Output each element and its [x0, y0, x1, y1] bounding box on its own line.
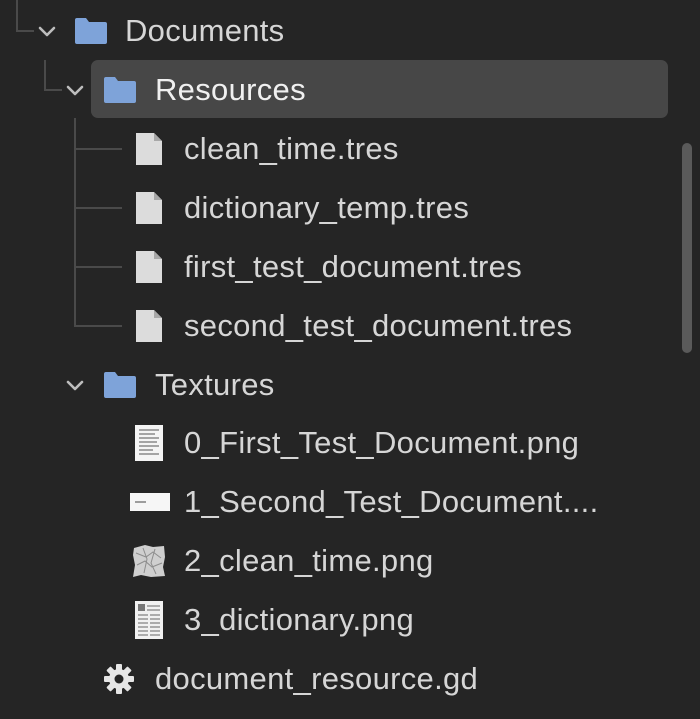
tree-item-textures[interactable]: Textures [0, 355, 700, 414]
tree-item-documents[interactable]: Documents [0, 1, 700, 60]
document-thumbnail-icon [130, 492, 170, 511]
document-thumbnail-icon [135, 424, 163, 461]
tree-item-label: clean_time.tres [184, 130, 399, 166]
folder-icon [104, 371, 136, 398]
tree-item-file[interactable]: second_test_document.tres [0, 296, 700, 355]
chevron-down-icon[interactable] [64, 374, 86, 396]
file-icon [136, 191, 162, 224]
tree-item-image[interactable]: 0_First_Test_Document.png [0, 413, 700, 472]
file-icon [136, 250, 162, 283]
file-icon [136, 309, 162, 342]
file-tree: Documents Resources clean_time.tres dict… [0, 0, 700, 719]
file-icon [136, 132, 162, 165]
dictionary-thumbnail-icon [135, 600, 163, 639]
tree-item-label: Documents [125, 12, 285, 48]
vertical-scrollbar[interactable] [682, 143, 692, 353]
tree-item-label: 3_dictionary.png [184, 601, 414, 637]
gear-icon [104, 663, 134, 694]
tree-item-file[interactable]: dictionary_temp.tres [0, 178, 700, 237]
tree-item-label: Resources [155, 71, 306, 107]
tree-item-label: document_resource.gd [155, 660, 479, 696]
tree-item-resources[interactable]: Resources [0, 60, 700, 119]
tree-item-label: 1_Second_Test_Document.... [184, 483, 599, 519]
tree-item-label: 2_clean_time.png [184, 542, 434, 578]
tree-item-label: second_test_document.tres [184, 307, 573, 343]
chevron-down-icon[interactable] [36, 20, 58, 42]
tree-item-label: dictionary_temp.tres [184, 189, 470, 225]
crumpled-paper-thumbnail-icon [131, 543, 167, 579]
tree-item-image[interactable]: 1_Second_Test_Document.... [0, 472, 700, 531]
tree-item-label: 0_First_Test_Document.png [184, 424, 580, 460]
tree-item-file[interactable]: clean_time.tres [0, 119, 700, 178]
folder-icon [75, 17, 107, 44]
tree-item-image[interactable]: 3_dictionary.png [0, 590, 700, 649]
tree-item-label: Textures [155, 366, 275, 402]
tree-item-file[interactable]: first_test_document.tres [0, 237, 700, 296]
folder-icon [104, 76, 136, 103]
tree-item-script[interactable]: document_resource.gd [0, 649, 700, 708]
chevron-down-icon[interactable] [64, 79, 86, 101]
tree-item-label: first_test_document.tres [184, 248, 523, 284]
tree-item-image[interactable]: 2_clean_time.png [0, 531, 700, 590]
